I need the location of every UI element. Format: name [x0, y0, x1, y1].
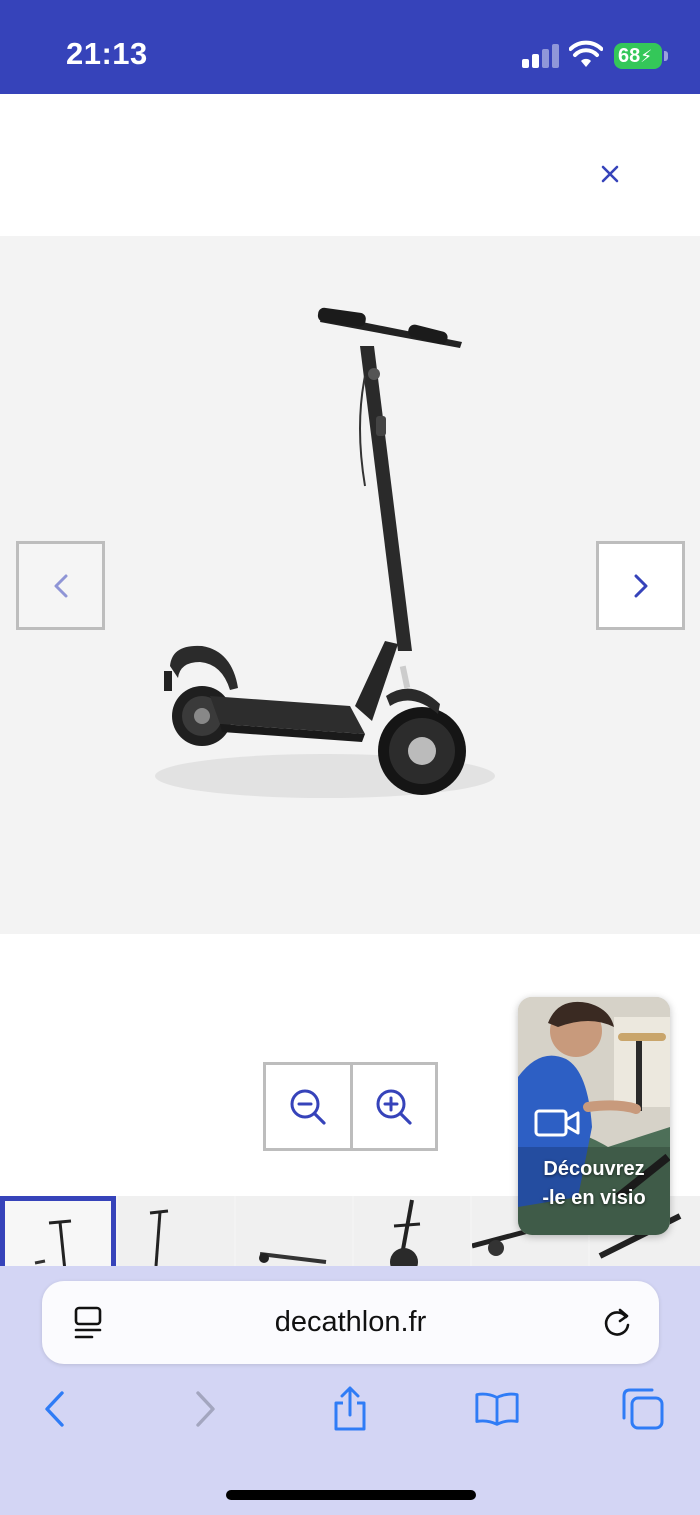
address-bar[interactable]: decathlon.fr	[42, 1281, 659, 1364]
image-viewer[interactable]	[0, 236, 700, 934]
video-consultation-label: Découvrez -le en visio	[518, 1155, 670, 1213]
reload-icon[interactable]	[600, 1306, 634, 1340]
wifi-icon	[569, 40, 603, 67]
forward-button[interactable]	[182, 1384, 228, 1434]
zoom-in-button[interactable]	[350, 1065, 435, 1148]
status-time: 21:13	[66, 36, 148, 71]
battery-indicator: 68⚡	[614, 43, 662, 69]
battery-cap	[664, 51, 668, 61]
tabs-icon	[622, 1388, 664, 1430]
zoom-out-icon	[290, 1089, 326, 1125]
video-label-line-2: -le en visio	[542, 1187, 646, 1209]
thumbnail-1[interactable]	[0, 1196, 116, 1266]
chevron-left-icon	[54, 574, 67, 597]
zoom-controls	[263, 1062, 438, 1151]
home-indicator	[226, 1490, 476, 1500]
video-consultation-card[interactable]: Découvrez -le en visio	[518, 997, 670, 1235]
zoom-out-button[interactable]	[266, 1065, 350, 1148]
scooter-image	[155, 307, 495, 798]
back-icon	[45, 1391, 64, 1427]
back-button[interactable]	[32, 1384, 78, 1434]
thumbnail-scooter-image	[34, 1219, 72, 1266]
next-image-button[interactable]	[596, 541, 685, 630]
video-camera-icon	[534, 1109, 580, 1137]
thumbnail-4[interactable]	[354, 1196, 470, 1266]
thumbnail-2[interactable]	[118, 1196, 234, 1266]
thumbnail-3[interactable]	[236, 1196, 352, 1266]
thumbnail-scooter-image	[149, 1209, 169, 1266]
share-button[interactable]	[327, 1384, 373, 1434]
video-label-line-1: Découvrez	[543, 1158, 645, 1180]
status-bar: 21:13 68⚡	[0, 0, 700, 94]
battery-level: 68	[618, 45, 641, 67]
bookmarks-button[interactable]	[474, 1384, 520, 1434]
zoom-in-icon	[376, 1089, 412, 1125]
thumbnail-scooter-image	[259, 1252, 327, 1264]
close-icon	[601, 165, 619, 183]
product-image-fullscreen: 21:13 68⚡ Découvrez -le en visio decathl…	[0, 0, 700, 1515]
tabs-button[interactable]	[620, 1384, 666, 1434]
chevron-right-icon	[634, 574, 647, 597]
browser-toolbar: decathlon.fr	[0, 1266, 700, 1515]
forward-icon	[196, 1391, 215, 1427]
thumbnail-scooter-image	[390, 1199, 421, 1266]
charging-bolt-icon: ⚡	[640, 47, 653, 66]
share-icon	[334, 1386, 366, 1431]
close-button[interactable]	[592, 156, 628, 192]
bookmarks-icon	[475, 1392, 519, 1426]
url-text: decathlon.fr	[274, 1306, 427, 1338]
previous-image-button[interactable]	[16, 541, 105, 630]
cellular-signal-icon	[522, 44, 562, 68]
